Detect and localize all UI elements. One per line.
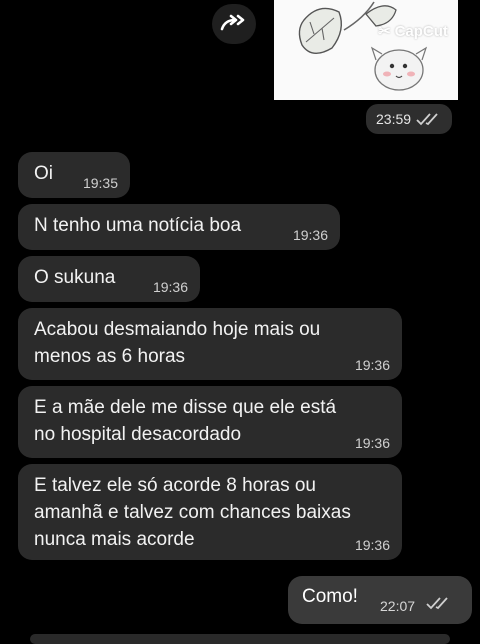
message-text: O sukuna <box>34 267 116 288</box>
message-text: N tenho uma notícia boa <box>34 215 242 236</box>
message-time: 19:36 <box>354 357 390 373</box>
message-bubble[interactable]: E talvez ele só acorde 8 horas ou amanhã… <box>18 464 402 560</box>
message-time: 19:36 <box>152 279 188 295</box>
outgoing-message-bubble[interactable]: Como! 22:07 <box>288 576 472 624</box>
capcut-label: CapCut <box>394 22 448 40</box>
capcut-watermark: ✂ CapCut <box>378 22 448 41</box>
double-check-icon <box>426 597 448 610</box>
message-text: Oi <box>34 163 53 184</box>
message-time: 19:35 <box>82 175 118 191</box>
message-text: E talvez ele só acorde 8 horas ou amanhã… <box>34 475 351 550</box>
message-time: 19:36 <box>354 537 390 553</box>
forward-icon <box>220 14 245 31</box>
media-sticker[interactable] <box>274 0 458 100</box>
message-bubble[interactable]: Oi 19:35 <box>18 152 130 198</box>
message-time: 22:07 <box>380 598 416 614</box>
message-bubble[interactable]: E a mãe dele me disse que ele está no ho… <box>18 386 402 458</box>
media-time: 23:59 <box>376 111 412 127</box>
message-text: Como! <box>302 586 358 607</box>
message-time: 19:36 <box>292 227 328 243</box>
message-text: Acabou desmaiando hoje mais ou menos as … <box>34 319 321 367</box>
next-message-edge <box>30 634 450 644</box>
message-time: 19:36 <box>354 435 390 451</box>
forward-button[interactable] <box>212 4 256 44</box>
message-text: E a mãe dele me disse que ele está no ho… <box>34 397 337 445</box>
message-bubble[interactable]: N tenho uma notícia boa 19:36 <box>18 204 340 250</box>
sticker-illustration <box>298 1 428 91</box>
message-bubble[interactable]: Acabou desmaiando hoje mais ou menos as … <box>18 308 402 380</box>
double-check-icon <box>416 113 438 126</box>
media-timestamp-pill: 23:59 <box>366 104 453 134</box>
capcut-icon: ✂ <box>378 23 391 40</box>
message-bubble[interactable]: O sukuna 19:36 <box>18 256 200 302</box>
